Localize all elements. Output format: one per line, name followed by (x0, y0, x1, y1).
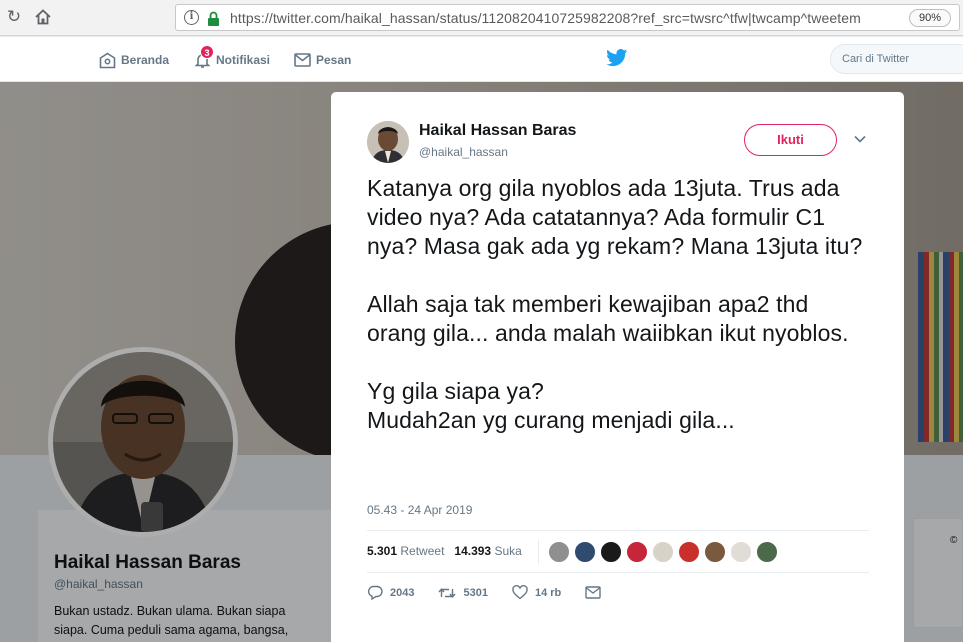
liker-avatars (548, 541, 778, 563)
envelope-icon (294, 53, 311, 67)
tweet-author-name[interactable]: Haikal Hassan Baras (419, 122, 576, 140)
tweet-author-handle[interactable]: @haikal_hassan (419, 145, 508, 159)
tweet-text: Katanya org gila nyoblos ada 13juta. Tru… (367, 175, 863, 433)
liker-avatar[interactable] (548, 541, 570, 563)
liker-avatar[interactable] (730, 541, 752, 563)
follow-button[interactable]: Ikuti (744, 124, 837, 156)
lock-icon (208, 11, 219, 26)
home-nav-icon (99, 52, 116, 68)
heart-icon (512, 585, 528, 600)
nav-notifications-label: Notifikasi (216, 53, 271, 67)
nav-home[interactable]: Beranda (99, 50, 169, 70)
retweet-stat-label: Retweet (400, 544, 445, 558)
divider (538, 540, 539, 564)
browser-toolbar: ↻ i https://twitter.com/haikal_hassan/st… (0, 0, 963, 36)
tweet-stats: 5.301 Retweet 14.393 Suka (367, 544, 522, 558)
message-button[interactable] (585, 586, 601, 599)
like-action-count: 14 rb (534, 586, 562, 599)
retweet-stat[interactable]: 5.301 Retweet (367, 544, 444, 558)
liker-avatar[interactable] (600, 541, 622, 563)
zoom-badge[interactable]: 90% (908, 9, 951, 27)
nav-home-label: Beranda (121, 53, 170, 67)
url-text[interactable]: https://twitter.com/haikal_hassan/status… (230, 10, 880, 26)
divider (367, 530, 869, 531)
like-count: 14.393 (454, 544, 492, 558)
tweet-timestamp[interactable]: 05.43 - 24 Apr 2019 (367, 503, 472, 517)
reply-button[interactable]: 2043 (367, 585, 414, 600)
liker-avatar[interactable] (652, 541, 674, 563)
twitter-nav: Beranda 3 Notifikasi Pesan Cari di Twitt… (0, 37, 963, 82)
like-stat-label: Suka (494, 544, 522, 558)
liker-avatar[interactable] (574, 541, 596, 563)
tweet-actions: 2043 5301 14 rb (367, 585, 625, 600)
twitter-logo-icon[interactable] (606, 49, 628, 67)
like-stat[interactable]: 14.393 Suka (454, 544, 521, 558)
chevron-down-icon[interactable] (853, 132, 867, 146)
info-icon[interactable]: i (184, 10, 199, 25)
retweet-count: 5.301 (367, 544, 398, 558)
liker-avatar[interactable] (704, 541, 726, 563)
nav-notifications[interactable]: 3 Notifikasi (194, 44, 271, 70)
liker-avatar[interactable] (756, 541, 778, 563)
nav-messages-label: Pesan (316, 53, 352, 67)
divider (367, 572, 869, 573)
like-button[interactable]: 14 rb (512, 585, 561, 600)
home-icon[interactable] (31, 6, 55, 28)
tweet-modal: Haikal Hassan Baras @haikal_hassan Ikuti… (331, 92, 904, 642)
retweet-button[interactable]: 5301 (438, 586, 488, 600)
liker-avatar[interactable] (626, 541, 648, 563)
reply-count: 2043 (390, 586, 415, 599)
envelope-icon (585, 586, 601, 599)
retweet-icon (438, 587, 457, 598)
reply-icon (367, 585, 383, 600)
search-input[interactable]: Cari di Twitter (830, 44, 963, 74)
nav-messages[interactable]: Pesan (294, 50, 351, 70)
notification-count-badge: 3 (200, 44, 214, 59)
retweet-action-count: 5301 (463, 586, 488, 599)
address-bar[interactable]: i https://twitter.com/haikal_hassan/stat… (175, 4, 960, 31)
liker-avatar[interactable] (678, 541, 700, 563)
tweet-author-avatar[interactable] (367, 121, 409, 163)
reload-icon[interactable]: ↻ (2, 6, 26, 28)
